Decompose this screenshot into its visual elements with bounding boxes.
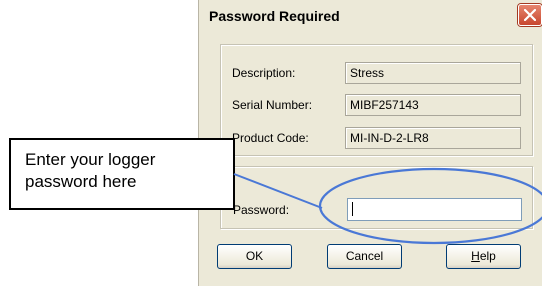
serial-number-label: Serial Number: [232, 98, 313, 112]
product-code-value: MI-IN-D-2-LR8 [345, 127, 521, 149]
text-caret [352, 202, 353, 216]
cancel-button[interactable]: Cancel [327, 244, 402, 269]
title-bar[interactable]: Password Required [199, 0, 542, 33]
serial-number-value: MIBF257143 [345, 94, 521, 116]
help-accelerator: H [471, 249, 480, 263]
ok-button[interactable]: OK [217, 244, 292, 269]
help-label-rest: elp [479, 249, 496, 263]
callout-line-2: password here [25, 172, 137, 191]
close-button[interactable] [518, 4, 542, 26]
close-icon [524, 9, 536, 21]
help-button[interactable]: Help [446, 244, 521, 269]
callout-line-1: Enter your logger [25, 150, 156, 169]
description-value: Stress [345, 62, 521, 84]
password-label: Password: [233, 203, 290, 217]
dialog-title: Password Required [209, 8, 340, 24]
password-input[interactable] [347, 198, 522, 221]
description-label: Description: [232, 66, 296, 80]
product-code-label: Product Code: [232, 131, 309, 145]
annotation-callout: Enter your logger password here [9, 138, 235, 210]
screenshot-stage: Password Required Description: Stress Se… [0, 0, 542, 286]
